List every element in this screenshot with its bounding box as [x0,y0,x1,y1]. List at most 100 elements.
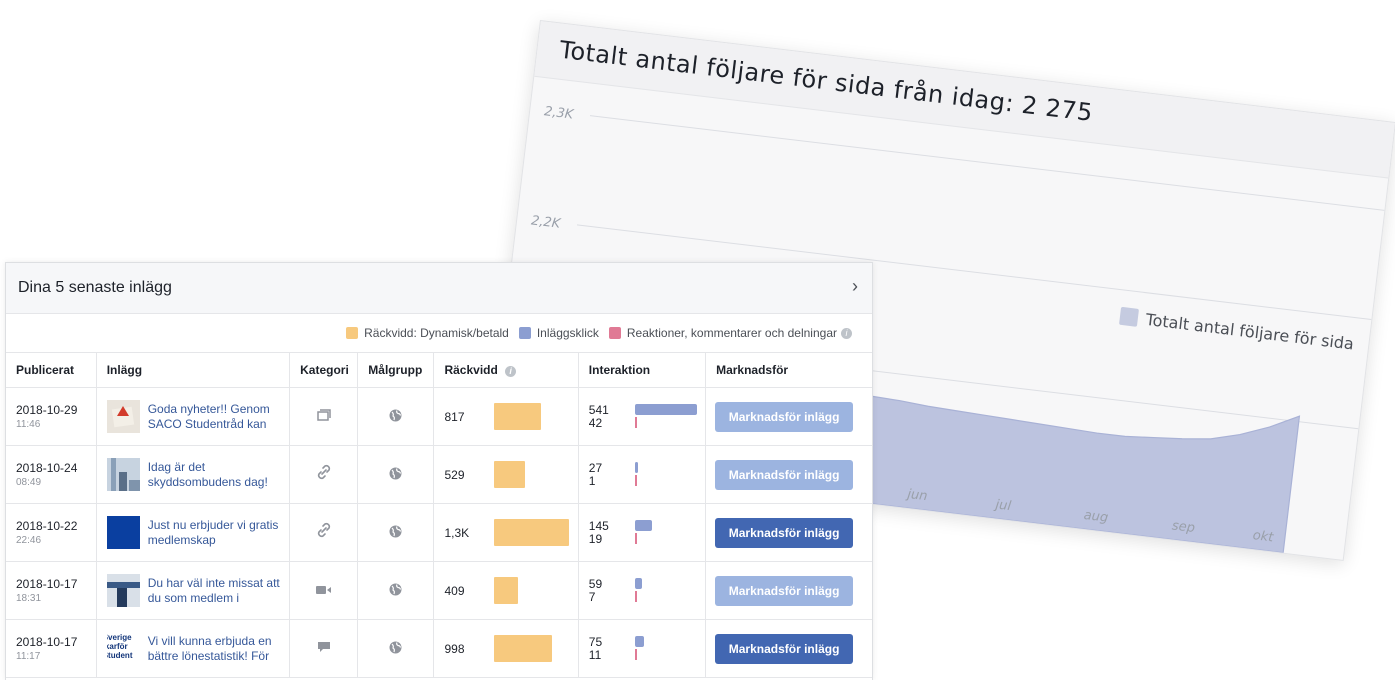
post-thumbnail[interactable]: Sverige ikarför Student [106,632,140,665]
reach-bar [494,577,519,604]
clicks-bar [634,519,652,531]
post-link[interactable]: Idag är det skyddsombudens dag! [148,460,289,490]
info-icon[interactable]: i [841,327,852,339]
info-icon[interactable]: i [505,366,517,377]
published-cell: 2018-10-17 18:31 [6,561,97,620]
x-tick-label: aug [1083,508,1109,526]
interaction-cell: 541 42 [578,387,707,446]
col-post[interactable]: Inlägg [96,353,291,388]
reach-value: 409 [444,583,465,598]
x-tick-label: jul [993,497,1013,514]
promote-post-button[interactable]: Marknadsför inlägg [715,633,854,664]
reach-value: 529 [444,467,465,482]
audience-cell [357,445,435,504]
reactions-value: 11 [588,647,602,662]
reactions-value: 42 [588,415,603,430]
legend-label-reactions: Reaktioner, kommentarer och delningar [626,326,837,340]
panel-header: Dina 5 senaste inlägg › [6,263,872,314]
y-tick-label: 2,2K [530,213,562,232]
promote-post-button[interactable]: Marknadsför inlägg [715,459,854,490]
promote-cell: Marknadsför inlägg [705,503,872,562]
promote-cell: Marknadsför inlägg [705,561,872,620]
clicks-value: 75 [588,634,603,649]
legend-label-reach: Räckvidd: Dynamisk/betald [364,326,509,340]
clicks-bar [634,635,644,647]
clicks-swatch [518,327,531,339]
thumb-logo-text: Sverige ikarför Student [107,633,133,660]
y-tick-label: 2,3K [543,104,575,123]
col-audience[interactable]: Målgrupp [357,353,435,388]
post-link[interactable]: Vi vill kunna erbjuda en bättre lönestat… [148,634,289,664]
post-date: 2018-10-17 [16,577,78,591]
reach-cell: 1,3K [433,503,579,562]
published-cell: 2018-10-22 22:46 [6,503,97,562]
link-icon [317,522,331,543]
table-row: 2018-10-17 11:17 Sverige ikarför Student… [6,619,872,678]
reach-value: 817 [444,409,465,424]
interaction-cell: 59 7 [578,561,707,620]
post-cell: Sverige ikarför Student Vi vill kunna er… [96,619,291,678]
clicks-bar [634,461,638,473]
col-reach-label: Räckvidd [444,363,498,377]
post-date: 2018-10-29 [16,403,78,417]
post-link[interactable]: Du har väl inte missat att du som medlem… [148,576,289,606]
col-published[interactable]: Publicerat [6,353,97,388]
reactions-value: 19 [588,531,603,546]
clicks-value: 541 [588,402,609,417]
clicks-value: 27 [588,460,603,475]
post-thumbnail[interactable] [106,574,140,607]
globe-icon [389,467,402,483]
promote-cell: Marknadsför inlägg [705,445,872,504]
chevron-right-icon[interactable]: › [852,276,858,297]
reactions-bar [634,590,637,602]
comment-icon [317,642,331,656]
promote-post-button[interactable]: Marknadsför inlägg [715,575,854,606]
reactions-value: 1 [588,473,596,488]
promote-post-button[interactable]: Marknadsför inlägg [715,517,854,548]
promote-post-button[interactable]: Marknadsför inlägg [715,401,854,432]
post-thumbnail[interactable] [106,516,140,549]
post-thumbnail[interactable] [106,400,140,433]
post-time: 22:46 [16,535,42,546]
interaction-cell: 145 19 [578,503,707,562]
metrics-legend: Räckvidd: Dynamisk/betald Inläggsklick R… [6,314,872,353]
reach-bar [494,519,570,546]
col-promote[interactable]: Marknadsför [705,353,872,388]
post-thumbnail[interactable] [106,458,140,491]
clicks-value: 59 [588,576,603,591]
reach-swatch [346,327,359,339]
legend-label: Totalt antal följare för sida [1144,310,1355,354]
col-category[interactable]: Kategori [289,353,359,388]
clicks-bar [634,403,697,415]
table-header-row: Publicerat Inlägg Kategori Målgrupp Räck… [6,353,872,388]
category-cell [289,503,359,562]
legend-label-clicks: Inläggsklick [536,326,599,340]
reactions-bar [634,532,637,544]
published-cell: 2018-10-29 11:46 [6,387,97,446]
x-tick-label: jun [905,487,929,505]
category-cell [289,445,359,504]
post-cell: Just nu erbjuder vi gratis medlemskap [96,503,291,562]
posts-table: Publicerat Inlägg Kategori Målgrupp Räck… [6,353,872,678]
post-link[interactable]: Goda nyheter!! Genom SACO Studentråd kan [148,402,289,432]
audience-cell [357,619,435,678]
recent-posts-panel: Dina 5 senaste inlägg › Räckvidd: Dynami… [5,262,873,680]
reach-value: 1,3K [444,525,470,540]
audience-cell [357,561,435,620]
reach-cell: 998 [433,619,579,678]
post-cell: Idag är det skyddsombudens dag! [96,445,291,504]
x-tick-label: okt [1252,528,1275,545]
col-reach[interactable]: Räckvidd i [433,353,579,388]
post-time: 18:31 [16,593,42,604]
post-cell: Goda nyheter!! Genom SACO Studentråd kan [96,387,291,446]
reactions-swatch [608,327,621,339]
audience-cell [357,387,435,446]
col-interaction[interactable]: Interaktion [578,353,707,388]
reach-bar [494,403,542,430]
clicks-value: 145 [588,518,609,533]
reactions-bar [634,416,637,428]
post-link[interactable]: Just nu erbjuder vi gratis medlemskap [148,518,289,548]
reach-cell: 817 [433,387,579,446]
reach-bar [494,635,553,662]
post-date: 2018-10-17 [16,635,78,649]
